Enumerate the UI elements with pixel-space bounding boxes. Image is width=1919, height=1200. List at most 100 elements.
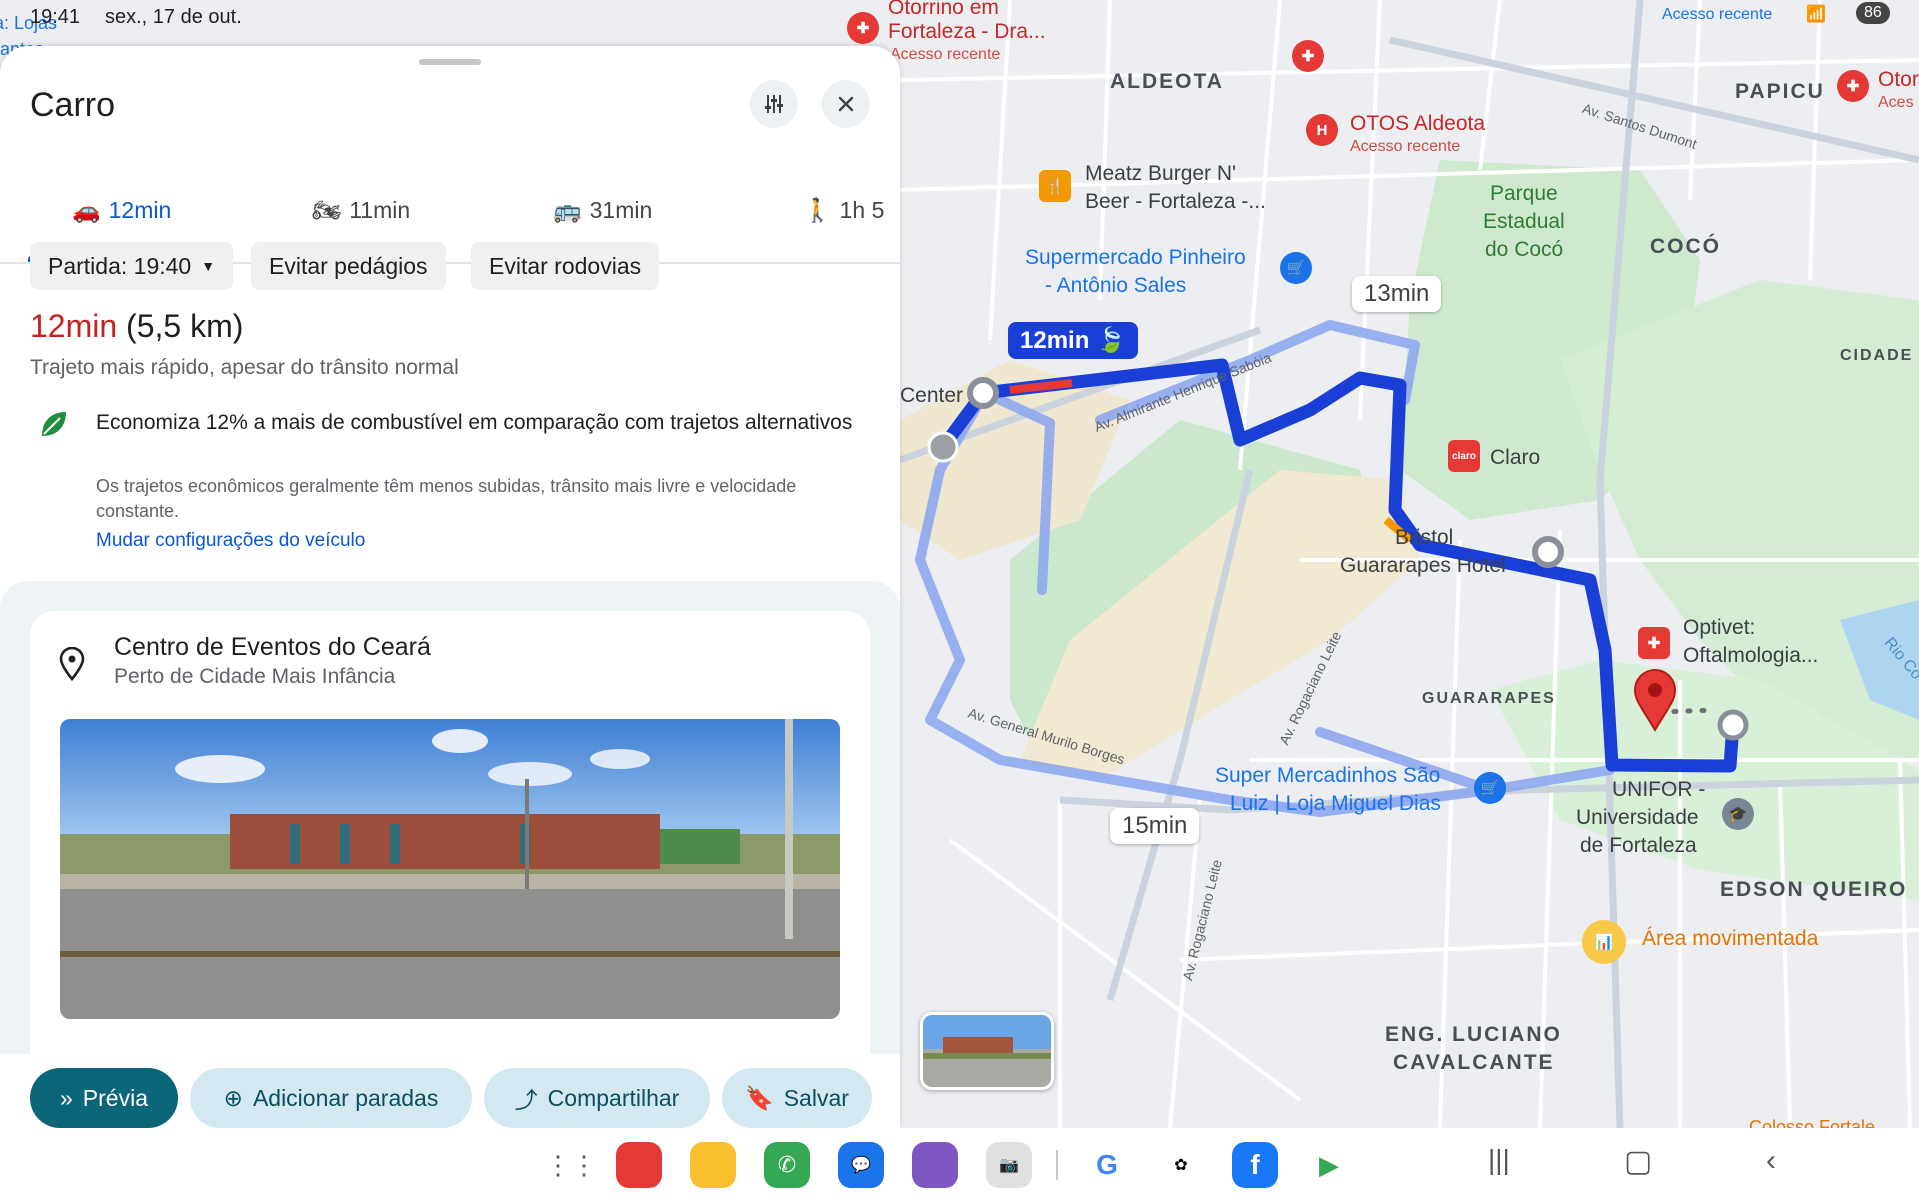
- poi-super-sao-luiz-1[interactable]: Super Mercadinhos São: [1215, 762, 1440, 789]
- poi-parque-3[interactable]: do Cocó: [1485, 236, 1563, 263]
- route-time-main[interactable]: 12min 🍃: [1008, 322, 1138, 359]
- poi-claro[interactable]: Claro: [1490, 444, 1540, 471]
- route-summary: 12min (5,5 km): [30, 308, 243, 345]
- poi-optivet-2[interactable]: Oftalmologia...: [1683, 642, 1818, 669]
- poi-super-sao-luiz-2[interactable]: Luiz | Loja Miguel Dias: [1230, 790, 1441, 817]
- optivet-icon[interactable]: ✚: [1638, 627, 1670, 659]
- origin-dot: [927, 431, 959, 463]
- poi-unifor-1[interactable]: UNIFOR -: [1612, 776, 1705, 803]
- play-store-icon[interactable]: ▶: [1306, 1142, 1352, 1188]
- status-date: sex., 17 de out.: [105, 6, 242, 28]
- avoid-tolls-chip[interactable]: Evitar pedágios: [251, 242, 446, 290]
- add-stops-button[interactable]: ⊕ Adicionar paradas: [190, 1068, 472, 1128]
- hospital-icon[interactable]: H: [1306, 114, 1338, 146]
- poi-meatz-1[interactable]: Meatz Burger N': [1085, 160, 1236, 187]
- poi-parque-2[interactable]: Estadual: [1483, 208, 1565, 235]
- bus-icon: 🚌: [553, 196, 582, 223]
- poi-center[interactable]: Center: [900, 382, 963, 409]
- shopping-cart-icon[interactable]: 🛒: [1280, 252, 1312, 284]
- messages-app-icon[interactable]: 💬: [838, 1142, 884, 1188]
- internet-app-icon[interactable]: [912, 1142, 958, 1188]
- departure-time-chip[interactable]: Partida: 19:40 ▼: [30, 242, 234, 290]
- action-bar: » Prévia ⊕ Adicionar paradas ⤴ Compartil…: [0, 1054, 900, 1128]
- route-distance: (5,5 km): [126, 308, 244, 344]
- google-app-icon[interactable]: G: [1084, 1142, 1130, 1188]
- destination-photo[interactable]: [60, 719, 840, 1019]
- eco-title: Economiza 12% a mais de combustível em c…: [96, 411, 853, 434]
- facebook-app-icon[interactable]: f: [1232, 1142, 1278, 1188]
- nbhd-papicu: PAPICU: [1735, 80, 1825, 103]
- camera-app-icon[interactable]: 📷: [986, 1142, 1032, 1188]
- add-stops-label: Adicionar paradas: [252, 1084, 439, 1111]
- route-duration: 12min: [30, 308, 118, 344]
- destination-walk-dot: [1717, 709, 1749, 741]
- preview-label: Prévia: [82, 1084, 148, 1111]
- poi-colosso[interactable]: Colosso Fortale: [1749, 1114, 1875, 1128]
- departure-label: Partida: 19:40: [48, 252, 192, 279]
- bookmark-icon: 🔖: [745, 1084, 774, 1111]
- hospital-icon[interactable]: ✚: [1837, 70, 1869, 102]
- poi-unifor-2[interactable]: Universidade: [1576, 804, 1699, 831]
- poi-area-movimentada[interactable]: Área movimentada: [1642, 925, 1818, 952]
- nbhd-eng-luciano-1: ENG. LUCIANO: [1385, 1023, 1562, 1046]
- drag-handle[interactable]: [419, 59, 481, 65]
- route-options-button[interactable]: [750, 80, 798, 128]
- photos-app-icon[interactable]: ✿: [1158, 1142, 1204, 1188]
- tab-motorcycle-label: 11min: [349, 196, 411, 223]
- hospital-icon[interactable]: ✚: [847, 12, 879, 44]
- preview-button[interactable]: » Prévia: [30, 1068, 178, 1128]
- mini-street-view-thumbnail[interactable]: [920, 1012, 1054, 1090]
- tab-walking[interactable]: 🚶 1h 5: [803, 156, 884, 264]
- directions-panel: Carro 🚗 12min 🏍 11min 🚌 31min 🚶 1h 5 Par…: [0, 46, 900, 1128]
- route-time-alt2[interactable]: 15min: [1110, 808, 1200, 844]
- route-time-main-label: 12min: [1020, 327, 1090, 354]
- save-button[interactable]: 🔖 Salvar: [722, 1068, 872, 1128]
- poi-optivet-1[interactable]: Optivet:: [1683, 614, 1755, 641]
- poi-bristol-1[interactable]: Bristol: [1395, 524, 1453, 551]
- poi-otos-aldeota[interactable]: OTOS Aldeota: [1350, 110, 1485, 137]
- destination-section: Centro de Eventos do Ceará Perto de Cida…: [0, 581, 900, 1091]
- car-icon: 🚗: [72, 196, 101, 223]
- location-pin-icon: [58, 646, 86, 686]
- claro-logo-icon[interactable]: claro: [1448, 440, 1480, 472]
- poi-otorrino-2[interactable]: Fortaleza - Dra...: [888, 18, 1046, 45]
- status-time: 19:41: [30, 6, 81, 28]
- recents-nav-icon[interactable]: |||: [1488, 1144, 1510, 1176]
- poi-otor-right[interactable]: Otor: [1878, 66, 1919, 93]
- poi-parque-1[interactable]: Parque: [1490, 180, 1558, 207]
- back-nav-icon[interactable]: ‹: [1766, 1144, 1776, 1178]
- app-drawer-icon[interactable]: ⋮⋮: [545, 1142, 597, 1188]
- poi-meatz-2[interactable]: Beer - Fortaleza -...: [1085, 188, 1266, 215]
- destination-card[interactable]: Centro de Eventos do Ceará Perto de Cida…: [30, 611, 870, 1091]
- tab-transit-label: 31min: [589, 196, 653, 223]
- double-chevron-icon: »: [60, 1084, 73, 1111]
- shopping-cart-icon[interactable]: 🛒: [1474, 772, 1506, 804]
- poi-otos-sub: Acesso recente: [1350, 138, 1461, 155]
- files-app-icon[interactable]: [690, 1142, 736, 1188]
- notes-app-icon[interactable]: [616, 1142, 662, 1188]
- route-description: Trajeto mais rápido, apesar do trânsito …: [30, 356, 459, 379]
- close-button[interactable]: [822, 80, 870, 128]
- panel-title: Carro: [30, 86, 116, 124]
- poi-bristol-2[interactable]: Guararapes Hotel: [1340, 552, 1506, 579]
- home-nav-icon[interactable]: ▢: [1624, 1144, 1652, 1179]
- destination-nearby: Perto de Cidade Mais Infância: [114, 665, 396, 688]
- avoid-highways-chip[interactable]: Evitar rodovias: [471, 242, 660, 290]
- share-button[interactable]: ⤴ Compartilhar: [484, 1068, 710, 1128]
- nbhd-edson-queiroz: EDSON QUEIRO: [1720, 878, 1908, 901]
- change-vehicle-settings-link[interactable]: Mudar configurações do veículo: [96, 530, 365, 552]
- poi-unifor-3[interactable]: de Fortaleza: [1580, 832, 1697, 859]
- hospital-icon[interactable]: ✚: [1292, 40, 1324, 72]
- poi-pinheiro-2[interactable]: - Antônio Sales: [1045, 272, 1186, 299]
- route-time-alt1[interactable]: 13min: [1352, 276, 1442, 312]
- restaurant-icon[interactable]: 🍴: [1039, 170, 1071, 202]
- busy-area-icon[interactable]: 📊: [1582, 920, 1626, 964]
- system-taskbar: ⋮⋮ ✆ 💬 📷 G ✿ f ▶ ||| ▢ ‹: [0, 1128, 1919, 1200]
- poi-pinheiro-1[interactable]: Supermercado Pinheiro: [1025, 244, 1246, 271]
- nbhd-cidade: CIDADE: [1840, 347, 1914, 364]
- share-icon: ⤴: [514, 1087, 538, 1113]
- nbhd-eng-luciano-2: CAVALCANTE: [1393, 1051, 1555, 1074]
- phone-app-icon[interactable]: ✆: [764, 1142, 810, 1188]
- school-icon[interactable]: 🎓: [1722, 798, 1754, 830]
- add-location-icon: ⊕: [223, 1084, 243, 1111]
